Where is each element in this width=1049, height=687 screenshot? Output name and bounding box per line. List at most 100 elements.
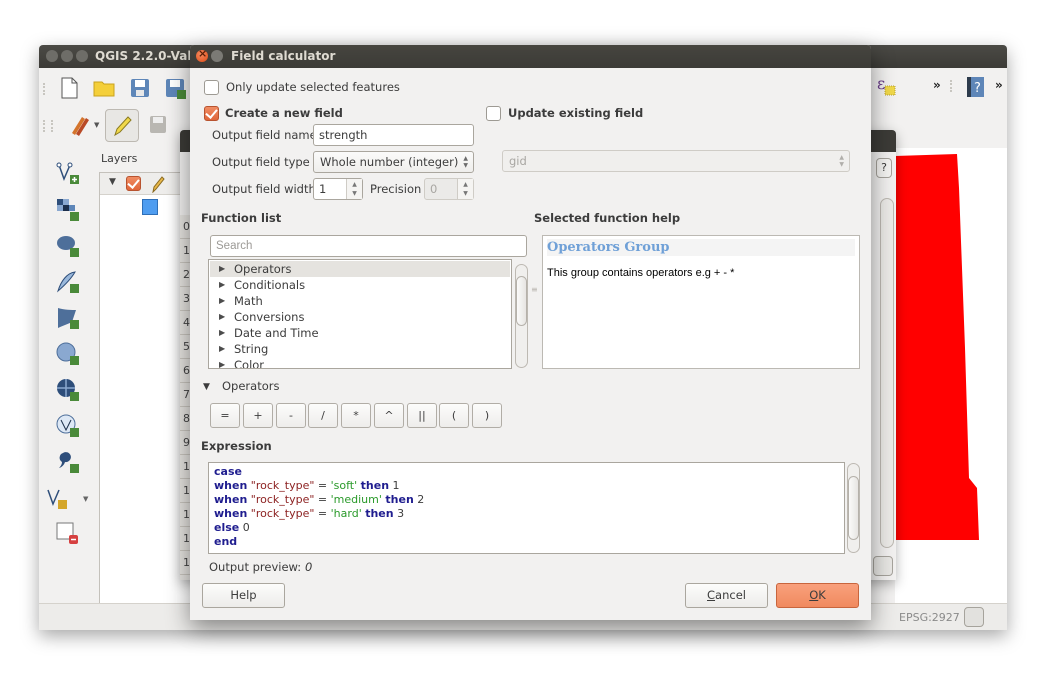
expression-token-kw: when [214, 493, 248, 506]
function-group-color[interactable]: ▶ Color [210, 357, 510, 368]
function-search-input[interactable] [210, 235, 527, 257]
dialog-minimize-button[interactable] [211, 50, 223, 62]
create-new-field-checkbox[interactable] [204, 106, 219, 121]
more-icon[interactable]: » [995, 78, 1003, 92]
map-canvas[interactable] [895, 148, 1007, 603]
spin-arrows-icon[interactable]: ▲ ▼ [346, 179, 362, 199]
save-layer-edits-icon[interactable] [147, 113, 171, 137]
cancel-button[interactable]: Cancel [685, 583, 768, 608]
epsilon-expression-icon[interactable]: ε [875, 74, 899, 98]
add-delimited-text-layer-icon[interactable] [55, 449, 81, 475]
expand-arrow-icon[interactable]: ▶ [219, 309, 225, 325]
expression-token-num: 2 [413, 493, 425, 506]
collapse-arrow-icon[interactable]: ▼ [203, 382, 210, 392]
map-feature-polygon [895, 154, 979, 540]
operator-close-paren-button[interactable]: ) [472, 403, 502, 428]
expand-arrow-icon[interactable]: ▶ [219, 261, 225, 277]
function-list-scrollbar[interactable] [515, 264, 528, 368]
operator-multiply-button[interactable]: * [341, 403, 371, 428]
toolbar-grip[interactable] [43, 120, 47, 132]
toolbar-grip[interactable] [51, 120, 55, 132]
operators-section-label[interactable]: Operators [222, 379, 279, 393]
crs-projection-icon[interactable] [964, 607, 984, 627]
toolbar-grip[interactable] [950, 80, 954, 92]
expression-token-str: 'soft' [330, 479, 358, 492]
splitter-handle[interactable]: ≡ [531, 285, 538, 294]
add-mssql-layer-icon[interactable] [55, 305, 81, 331]
expression-editor[interactable]: case when "rock_type" = 'soft' then 1 when… [208, 462, 845, 554]
operator-plus-button[interactable]: + [243, 403, 273, 428]
attribute-table-help-button[interactable]: ? [876, 158, 892, 178]
add-wcs-layer-icon[interactable] [55, 377, 81, 403]
output-field-type-combo[interactable]: Whole number (integer) ▲ ▼ [313, 151, 474, 173]
new-shapefile-layer-icon[interactable] [45, 485, 71, 511]
expand-arrow-icon[interactable]: ▶ [219, 341, 225, 357]
attribute-table-scrollbar[interactable] [880, 198, 894, 548]
layer-visibility-checkbox[interactable] [126, 176, 141, 191]
scrollbar-thumb[interactable] [516, 276, 527, 326]
add-postgis-layer-icon[interactable] [55, 233, 81, 259]
help-text: This group contains operators e.g + - * [547, 267, 735, 279]
function-group-operators[interactable]: ▶ Operators [210, 261, 510, 277]
operator-minus-button[interactable]: - [276, 403, 306, 428]
update-existing-field-checkbox[interactable] [486, 106, 501, 121]
operator-equals-button[interactable]: = [210, 403, 240, 428]
output-field-name-input[interactable]: strength [313, 124, 474, 146]
create-new-field-label[interactable]: Create a new field [225, 106, 343, 120]
help-button[interactable]: Help [202, 583, 285, 608]
scrollbar-thumb[interactable] [848, 476, 859, 540]
operator-open-paren-button[interactable]: ( [439, 403, 469, 428]
expression-scrollbar[interactable] [847, 463, 860, 553]
function-group-math[interactable]: ▶ Math [210, 293, 510, 309]
open-project-icon[interactable] [92, 76, 116, 100]
window-close-button[interactable] [46, 50, 58, 62]
dialog-close-button[interactable] [196, 47, 208, 62]
add-spatialite-layer-icon[interactable] [55, 269, 81, 295]
only-selected-checkbox[interactable] [204, 80, 219, 95]
save-project-icon[interactable] [128, 76, 152, 100]
new-project-icon[interactable] [57, 76, 81, 100]
window-maximize-button[interactable] [76, 50, 88, 62]
chevron-down-icon[interactable]: ▼ [83, 495, 88, 503]
function-group-conditionals[interactable]: ▶ Conditionals [210, 277, 510, 293]
expression-line: else 0 [214, 521, 839, 535]
save-as-icon[interactable] [163, 76, 187, 100]
expand-arrow-icon[interactable]: ▶ [219, 357, 225, 368]
updown-arrows-icon: ▲ ▼ [839, 154, 844, 168]
only-selected-label[interactable]: Only update selected features [226, 80, 400, 94]
expand-arrow-icon[interactable]: ▶ [219, 325, 225, 341]
remove-layer-icon[interactable] [55, 521, 81, 547]
toggle-editing-button[interactable] [105, 109, 139, 142]
add-vector-layer-icon[interactable] [55, 160, 81, 186]
table-view-toggle-icon[interactable] [873, 556, 893, 576]
function-group-date-and-time[interactable]: ▶ Date and Time [210, 325, 510, 341]
more-icon[interactable]: » [933, 78, 941, 92]
toolbar-grip[interactable] [43, 83, 47, 95]
precision-label: Precision [370, 182, 422, 196]
operator-divide-button[interactable]: / [308, 403, 338, 428]
expand-arrow-icon[interactable]: ▶ [219, 293, 225, 309]
collapse-icon[interactable]: ▼ [109, 177, 116, 187]
function-group-string[interactable]: ▶ String [210, 341, 510, 357]
output-preview-value: 0 [305, 560, 313, 574]
operator-concat-button[interactable]: || [407, 403, 437, 428]
crs-status[interactable]: EPSG:2927 [899, 611, 960, 624]
add-wfs-layer-icon[interactable] [55, 413, 81, 439]
chevron-down-icon[interactable]: ▼ [94, 121, 99, 129]
ok-button[interactable]: OK [776, 583, 859, 608]
current-edits-icon[interactable] [68, 113, 92, 137]
operator-power-button[interactable]: ^ [374, 403, 404, 428]
expression-line: when "rock_type" = 'hard' then 3 [214, 507, 839, 521]
update-existing-field-label[interactable]: Update existing field [508, 106, 643, 120]
window-minimize-button[interactable] [61, 50, 73, 62]
output-preview-label: Output preview: [209, 560, 302, 574]
expand-arrow-icon[interactable]: ▶ [219, 277, 225, 293]
expression-token-kw: else [214, 521, 240, 534]
help-icon[interactable]: ? [964, 75, 988, 99]
add-wms-layer-icon[interactable] [55, 341, 81, 367]
function-group-conversions[interactable]: ▶ Conversions [210, 309, 510, 325]
output-field-width-spinbox[interactable]: 1 ▲ ▼ [313, 178, 363, 200]
add-raster-layer-icon[interactable] [55, 197, 81, 223]
function-list[interactable]: ▶ Operators ▶ Conditionals ▶ Math ▶ Conversi… [208, 259, 512, 369]
svg-text:?: ? [974, 81, 981, 96]
